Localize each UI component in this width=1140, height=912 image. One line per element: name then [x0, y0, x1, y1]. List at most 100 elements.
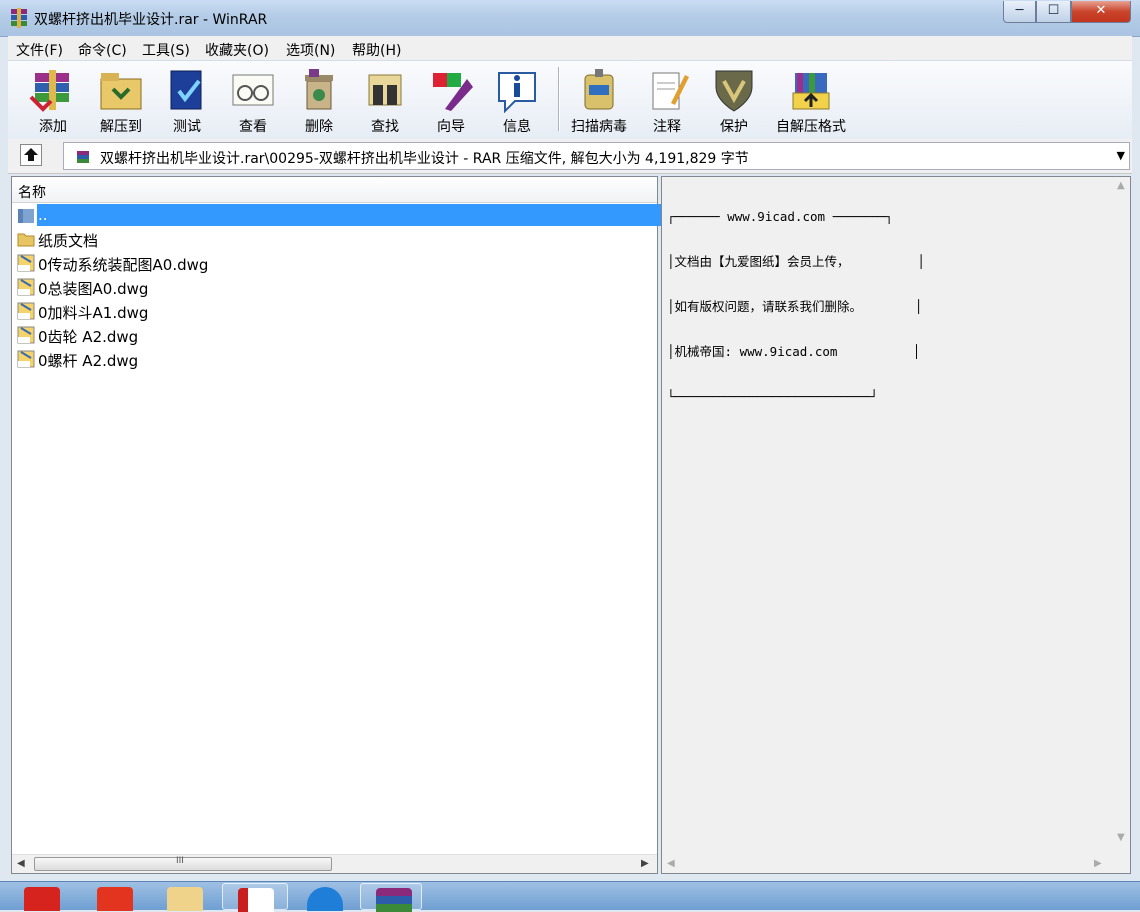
protect-button[interactable]: 保护: [700, 63, 768, 135]
taskbar-browser[interactable]: [292, 883, 354, 911]
taskbar-winrar[interactable]: [360, 883, 422, 912]
scroll-up-icon[interactable]: ▲: [1117, 180, 1125, 191]
dwg-file-icon: [17, 254, 35, 272]
vertical-scrollbar[interactable]: ▲ ▼: [1113, 177, 1130, 855]
wizard-button[interactable]: 向导: [418, 63, 484, 135]
protect-label: 保护: [720, 119, 748, 135]
minimize-icon: ─: [1015, 3, 1024, 18]
test-button[interactable]: 测试: [154, 63, 220, 135]
scrollbar-thumb[interactable]: III: [34, 856, 332, 871]
test-book-icon: [170, 70, 202, 110]
browser-icon: [307, 887, 343, 911]
file-row-dwg[interactable]: 0齿轮 A2.dwg: [12, 323, 657, 347]
column-name-label: 名称: [18, 185, 46, 201]
find-label: 查找: [371, 119, 399, 135]
file-row-dwg[interactable]: 0传动系统装配图A0.dwg: [12, 251, 657, 275]
scroll-left-icon[interactable]: ◀: [667, 858, 675, 869]
taskbar: [0, 881, 1140, 912]
scroll-left-icon[interactable]: ◀: [17, 858, 25, 869]
arrow-up-icon: [24, 148, 38, 161]
extract-folder-icon: [100, 73, 142, 110]
find-button[interactable]: 查找: [352, 63, 418, 135]
file-row-dwg[interactable]: 0总装图A0.dwg: [12, 275, 657, 299]
file-row-folder[interactable]: 纸质文档: [12, 227, 657, 251]
autocad-icon: [238, 888, 274, 912]
taskbar-app-red[interactable]: [82, 883, 144, 911]
scan-virus-button[interactable]: 扫描病毒: [564, 63, 634, 135]
taskbar-solidworks[interactable]: [10, 883, 72, 911]
extract-to-button[interactable]: 解压到: [88, 63, 154, 135]
close-button[interactable]: ✕: [1071, 1, 1131, 23]
archive-comment: ┌────── www.9icad.com ───────┐ │文档由【九爱图纸…: [667, 179, 925, 434]
scan-virus-icon: [584, 69, 614, 110]
file-row-parent[interactable]: ..: [12, 203, 665, 227]
archive-path-text: 双螺杆挤出机毕业设计.rar\00295-双螺杆挤出机毕业设计 - RAR 压缩…: [100, 151, 749, 167]
comment-panel: ┌────── www.9icad.com ───────┐ │文档由【九爱图纸…: [661, 176, 1131, 874]
parent-folder-icon: [18, 209, 34, 223]
comment-line: │机械帝国: www.9icad.com │: [667, 344, 921, 359]
maximize-button[interactable]: ☐: [1036, 1, 1071, 23]
delete-label: 删除: [305, 119, 333, 135]
file-name: ..: [37, 204, 665, 226]
add-archive-icon: [29, 70, 69, 112]
wizard-label: 向导: [437, 119, 465, 135]
column-header-name[interactable]: 名称: [12, 177, 657, 203]
comment-line: │文档由【九爱图纸】会员上传， │: [667, 254, 925, 269]
sfx-label: 自解压格式: [776, 119, 846, 135]
comment-note-icon: [652, 72, 689, 110]
sfx-button[interactable]: 自解压格式: [768, 63, 854, 135]
view-button[interactable]: 查看: [220, 63, 286, 135]
menu-file[interactable]: 文件(F): [16, 40, 63, 60]
info-button[interactable]: 信息: [484, 63, 550, 135]
taskbar-autocad[interactable]: [222, 883, 288, 912]
title-bar[interactable]: 双螺杆挤出机毕业设计.rar - WinRAR ─ ☐ ✕: [0, 0, 1140, 37]
file-name: 0总装图A0.dwg: [38, 280, 149, 298]
comment-horizontal-scrollbar[interactable]: ◀ ▶: [662, 855, 1130, 873]
winrar-icon: [376, 888, 412, 912]
add-button[interactable]: 添加: [18, 63, 88, 135]
info-label: 信息: [503, 119, 531, 135]
rar-file-icon: [77, 151, 89, 163]
delete-trash-icon: [305, 69, 333, 110]
winrar-app-icon: [11, 8, 27, 28]
dwg-file-icon: [17, 302, 35, 320]
test-label: 测试: [173, 119, 201, 135]
protect-shield-icon: [715, 70, 753, 112]
comment-line: ┌────── www.9icad.com ───────┐: [667, 209, 893, 224]
scroll-right-icon[interactable]: ▶: [1094, 858, 1102, 869]
info-icon: [498, 72, 536, 113]
delete-button[interactable]: 删除: [286, 63, 352, 135]
file-row-dwg[interactable]: 0加料斗A1.dwg: [12, 299, 657, 323]
horizontal-scrollbar[interactable]: ◀ III ▶: [12, 854, 657, 873]
menu-tools[interactable]: 工具(S): [142, 40, 190, 60]
menu-favorites[interactable]: 收藏夹(O): [205, 40, 269, 60]
scroll-down-icon[interactable]: ▼: [1117, 832, 1125, 843]
minimize-button[interactable]: ─: [1003, 1, 1036, 23]
comment-line: │如有版权问题，请联系我们删除。 │: [667, 299, 923, 314]
wizard-icon: [433, 73, 473, 111]
scan-virus-label: 扫描病毒: [571, 119, 627, 135]
dropdown-arrow-icon[interactable]: ▼: [1117, 149, 1125, 162]
file-row-dwg[interactable]: 0螺杆 A2.dwg: [12, 347, 657, 371]
file-name: 纸质文档: [38, 232, 99, 250]
sfx-archive-icon: [792, 73, 830, 110]
file-name: 0齿轮 A2.dwg: [38, 328, 139, 346]
scroll-right-icon[interactable]: ▶: [641, 858, 649, 869]
toolbar-separator: [558, 67, 559, 131]
extract-to-label: 解压到: [100, 119, 142, 135]
solidworks-icon: [24, 887, 60, 911]
up-one-level-button[interactable]: [20, 144, 42, 166]
menu-commands[interactable]: 命令(C): [78, 40, 127, 60]
explorer-folder-icon: [167, 887, 203, 911]
taskbar-explorer[interactable]: [152, 883, 214, 911]
menu-options[interactable]: 选项(N): [286, 40, 335, 60]
comment-button[interactable]: 注释: [634, 63, 700, 135]
dwg-file-icon: [17, 326, 35, 344]
menu-help[interactable]: 帮助(H): [352, 40, 401, 60]
folder-icon: [17, 233, 35, 247]
archive-path-field[interactable]: 双螺杆挤出机毕业设计.rar\00295-双螺杆挤出机毕业设计 - RAR 压缩…: [63, 142, 1130, 170]
file-list-panel[interactable]: 名称 .. 纸质文档 0传动系统装配图A0.dwg 0总装图A0.dwg 0加料…: [11, 176, 665, 874]
menu-bar: 文件(F) 命令(C) 工具(S) 收藏夹(O) 选项(N) 帮助(H): [8, 36, 1132, 60]
view-label: 查看: [239, 119, 267, 135]
toolbar: 添加 解压到 测试 查看 删除 查找 向导 信息 扫描病毒 注释 保护 自解压格…: [8, 60, 1132, 140]
